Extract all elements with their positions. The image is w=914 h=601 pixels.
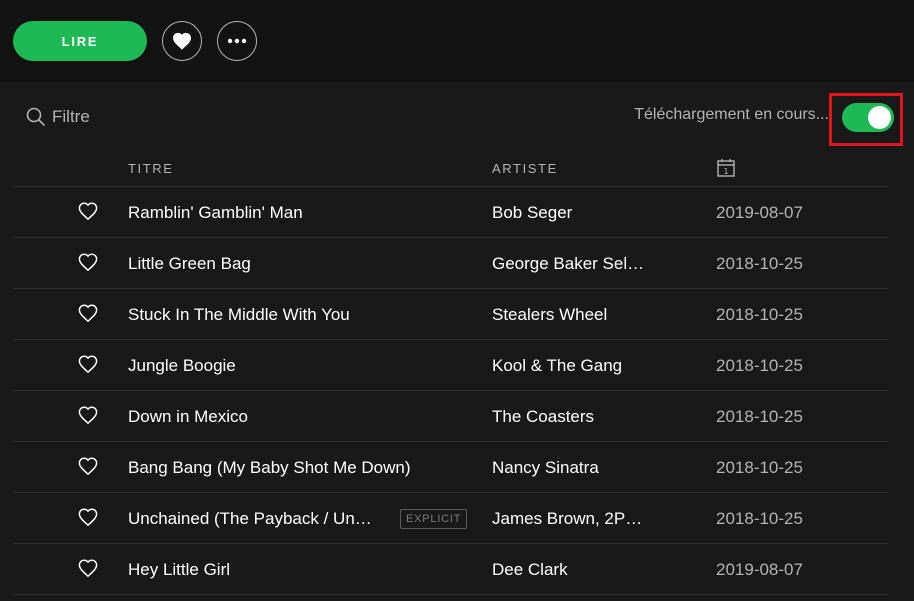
track-date-added: 2019-08-07: [716, 203, 803, 222]
track-artist[interactable]: Dee Clark: [492, 560, 568, 580]
heart-outline-icon[interactable]: [78, 253, 98, 271]
heart-outline-icon[interactable]: [78, 457, 98, 475]
column-header-artist[interactable]: ARTISTE: [492, 161, 558, 176]
table-row[interactable]: Little Green Bag George Baker Sel… 2018-…: [13, 238, 888, 289]
track-title[interactable]: Hey Little Girl: [128, 560, 230, 580]
download-toggle[interactable]: [842, 103, 894, 132]
explicit-badge: EXPLICIT: [400, 509, 468, 529]
track-artist[interactable]: James Brown, 2P…: [492, 509, 642, 529]
search-icon: [26, 107, 45, 126]
like-button[interactable]: [162, 21, 202, 61]
filter-input[interactable]: [52, 104, 252, 130]
heart-outline-icon[interactable]: [78, 559, 98, 577]
calendar-icon[interactable]: 1: [717, 158, 735, 177]
table-header: TITRE ARTISTE 1: [13, 150, 888, 187]
action-bar: LIRE: [0, 0, 914, 82]
track-table: TITRE ARTISTE 1 Ramblin' Gamblin' Man Bo…: [13, 150, 888, 595]
heart-outline-icon[interactable]: [78, 304, 98, 322]
play-button[interactable]: LIRE: [13, 21, 147, 61]
table-row[interactable]: Hey Little Girl Dee Clark 2019-08-07: [13, 544, 888, 595]
column-header-title[interactable]: TITRE: [128, 161, 174, 176]
track-title[interactable]: Down in Mexico: [128, 407, 248, 427]
more-horizontal-icon: [227, 38, 247, 44]
track-title[interactable]: Jungle Boogie: [128, 356, 236, 376]
table-row[interactable]: Ramblin' Gamblin' Man Bob Seger 2019-08-…: [13, 187, 888, 238]
track-date-added: 2018-10-25: [716, 458, 803, 477]
track-title[interactable]: Ramblin' Gamblin' Man: [128, 203, 303, 223]
track-date-added: 2018-10-25: [716, 305, 803, 324]
heart-outline-icon[interactable]: [78, 406, 98, 424]
track-title[interactable]: Little Green Bag: [128, 254, 251, 274]
table-row[interactable]: Jungle Boogie Kool & The Gang 2018-10-25: [13, 340, 888, 391]
track-date-added: 2018-10-25: [716, 407, 803, 426]
table-row[interactable]: Stuck In The Middle With You Stealers Wh…: [13, 289, 888, 340]
download-status-label: Téléchargement en cours...: [634, 106, 829, 123]
svg-text:1: 1: [723, 167, 728, 176]
table-row[interactable]: Unchained (The Payback / Un… EXPLICIT Ja…: [13, 493, 888, 544]
filter-row: Téléchargement en cours...: [0, 90, 914, 146]
heart-icon: [173, 32, 191, 50]
table-row[interactable]: Down in Mexico The Coasters 2018-10-25: [13, 391, 888, 442]
track-title[interactable]: Stuck In The Middle With You: [128, 305, 350, 325]
track-artist[interactable]: Nancy Sinatra: [492, 458, 599, 478]
track-title[interactable]: Unchained (The Payback / Un…: [128, 509, 372, 529]
toggle-knob: [868, 106, 891, 129]
heart-outline-icon[interactable]: [78, 202, 98, 220]
track-date-added: 2019-08-07: [716, 560, 803, 579]
heart-outline-icon[interactable]: [78, 355, 98, 373]
more-options-button[interactable]: [217, 21, 257, 61]
track-artist[interactable]: Stealers Wheel: [492, 305, 607, 325]
heart-outline-icon[interactable]: [78, 508, 98, 526]
track-artist[interactable]: Kool & The Gang: [492, 356, 622, 376]
track-date-added: 2018-10-25: [716, 254, 803, 273]
table-row[interactable]: Bang Bang (My Baby Shot Me Down) Nancy S…: [13, 442, 888, 493]
track-date-added: 2018-10-25: [716, 356, 803, 375]
track-artist[interactable]: Bob Seger: [492, 203, 572, 223]
track-title[interactable]: Bang Bang (My Baby Shot Me Down): [128, 458, 411, 478]
track-artist[interactable]: The Coasters: [492, 407, 594, 427]
track-artist[interactable]: George Baker Sel…: [492, 254, 644, 274]
track-date-added: 2018-10-25: [716, 509, 803, 528]
